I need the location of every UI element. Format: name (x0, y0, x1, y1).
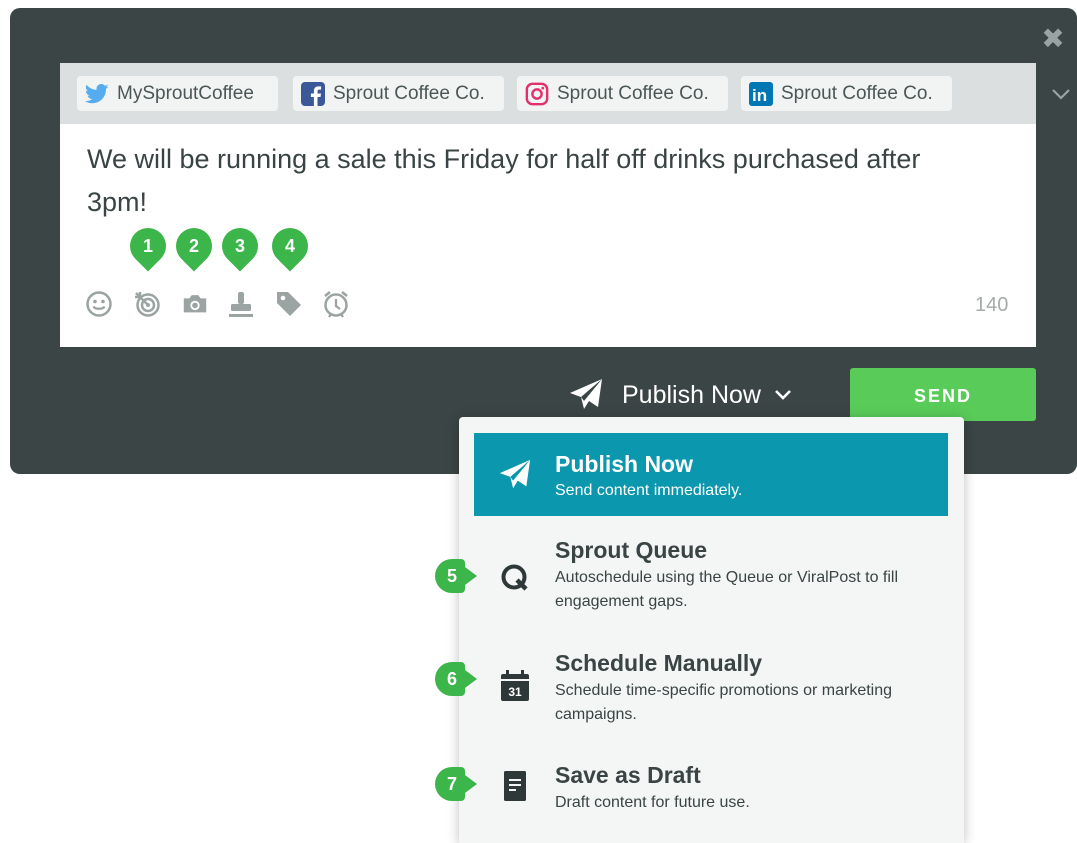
alarm-icon[interactable] (322, 290, 350, 318)
stamp-icon[interactable] (227, 290, 255, 318)
profile-name: MySproutCoffee (117, 82, 254, 104)
profile-chip-instagram[interactable]: Sprout Coffee Co. (517, 76, 728, 111)
callout-marker: 4 (264, 220, 316, 272)
paper-plane-icon (570, 379, 602, 409)
profile-chip-facebook[interactable]: Sprout Coffee Co. (293, 76, 504, 111)
character-count: 140 (975, 294, 1009, 316)
calendar-icon: 31 (497, 668, 533, 704)
facebook-icon (301, 81, 325, 106)
target-icon[interactable] (133, 290, 161, 318)
callout-marker: 3 (214, 220, 266, 272)
camera-icon[interactable] (181, 290, 209, 318)
publish-mode-label: Publish Now (622, 380, 761, 409)
menu-item-publish-now[interactable]: Publish Now Send content immediately. (474, 433, 948, 516)
send-button[interactable]: SEND (850, 368, 1036, 421)
callout-number: 6 (446, 669, 457, 689)
tag-icon[interactable] (275, 290, 303, 318)
queue-icon (497, 560, 533, 596)
instagram-icon (525, 82, 549, 106)
callout-number: 7 (446, 774, 457, 794)
menu-item-title: Schedule Manually (555, 650, 763, 676)
svg-text:in: in (752, 86, 767, 105)
menu-item-title: Sprout Queue (555, 537, 708, 563)
callout-marker: 1 (122, 220, 174, 272)
paper-plane-icon (497, 457, 533, 493)
callout-number: 4 (284, 236, 295, 256)
callout-number: 2 (188, 236, 199, 256)
callout-number: 3 (234, 236, 245, 256)
callout-marker: 5 (435, 559, 477, 593)
close-icon[interactable]: ✖ (1040, 25, 1066, 53)
callout-number: 1 (142, 236, 153, 256)
draft-icon (497, 768, 533, 804)
menu-item-description: Schedule time-specific promotions or mar… (555, 682, 893, 723)
publish-options-menu: Publish Now Send content immediately. Sp… (459, 417, 964, 843)
chevron-down-icon[interactable] (1050, 83, 1072, 105)
twitter-icon (85, 82, 109, 106)
profile-name: Sprout Coffee Co. (557, 82, 709, 104)
callout-marker: 6 (435, 662, 477, 696)
callout-number: 5 (446, 566, 457, 586)
menu-item-description: Autoschedule using the Queue or ViralPos… (555, 569, 899, 610)
menu-item-sprout-queue[interactable]: Sprout Queue Autoschedule using the Queu… (474, 532, 948, 632)
callout-marker: 2 (168, 220, 220, 272)
profile-name: Sprout Coffee Co. (333, 82, 485, 104)
message-text[interactable]: We will be running a sale this Friday fo… (87, 138, 987, 224)
menu-item-schedule-manually[interactable]: 31 Schedule Manually Schedule time-speci… (474, 645, 948, 745)
profile-name: Sprout Coffee Co. (781, 82, 933, 104)
callout-marker: 7 (435, 767, 477, 801)
calendar-day: 31 (508, 685, 522, 699)
profile-bar: MySproutCoffee Sprout Coffee Co. Sprout … (60, 63, 1070, 124)
linkedin-icon: in (749, 81, 773, 106)
chevron-down-icon (775, 390, 791, 400)
menu-item-description: Draft content for future use. (555, 794, 750, 811)
menu-item-title: Save as Draft (555, 762, 701, 788)
menu-item-title: Publish Now (555, 451, 693, 477)
publish-mode-toggle[interactable]: Publish Now (568, 373, 793, 417)
profile-chip-linkedin[interactable]: in Sprout Coffee Co. (741, 76, 952, 111)
profile-chip-twitter[interactable]: MySproutCoffee (77, 76, 278, 111)
menu-item-save-draft[interactable]: Save as Draft Draft content for future u… (474, 757, 948, 837)
menu-item-description: Send content immediately. (555, 482, 743, 499)
emoji-icon[interactable] (85, 290, 113, 318)
